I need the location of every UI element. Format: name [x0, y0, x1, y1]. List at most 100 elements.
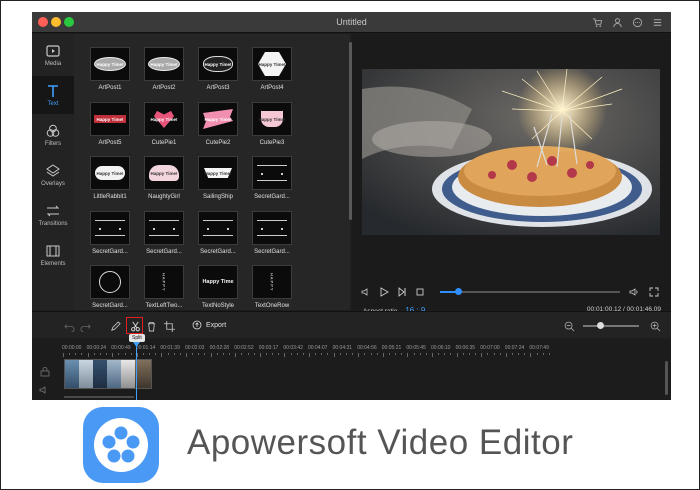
seek-bar[interactable] [440, 288, 620, 295]
undo-icon[interactable] [63, 320, 75, 332]
text-template-tile[interactable]: Happy Time! CutePie1 [144, 102, 194, 146]
ruler-tick [253, 353, 255, 355]
track-audio-icon[interactable] [38, 385, 52, 395]
ruler-tick [179, 353, 181, 355]
text-template-tile[interactable]: Happy Time TextNoStyle [198, 265, 248, 309]
ruler-tick [382, 353, 384, 357]
ruler-tick [222, 353, 224, 355]
ruler-tick [112, 353, 114, 357]
ruler-tick [524, 353, 526, 355]
redo-icon[interactable] [79, 320, 91, 332]
playhead[interactable] [136, 342, 137, 400]
sidebar-item-elements[interactable]: Elements [32, 236, 74, 274]
crop-icon[interactable] [163, 320, 175, 332]
zoom-slider[interactable] [583, 322, 639, 329]
text-template-tile[interactable]: HAPPY TextOneRow [252, 265, 302, 309]
ruler-tick [99, 353, 101, 355]
delete-icon[interactable] [145, 320, 157, 332]
text-template-tile[interactable]: Happy Time! CutePie2 [198, 102, 248, 146]
text-template-tile[interactable]: SecretGard... [252, 211, 302, 255]
text-template-tile[interactable]: SecretGard... [252, 156, 302, 200]
timeline-horizontal-scrollbar[interactable] [64, 396, 134, 398]
sidebar-item-media[interactable]: Media [32, 36, 74, 74]
seek-bar-handle[interactable] [455, 288, 462, 295]
volume-icon[interactable] [628, 286, 640, 298]
ruler-tick [284, 353, 286, 357]
next-frame-icon[interactable] [396, 286, 408, 298]
template-label: ArtPost2 [152, 85, 176, 91]
template-label: NaughtyGirl [148, 194, 180, 200]
sidebar-item-filters[interactable]: Filters [32, 116, 74, 154]
stop-icon[interactable] [414, 286, 426, 298]
ruler-tick [481, 353, 483, 357]
text-template-tile[interactable]: SecretGard... [90, 211, 140, 255]
timeline-vertical-scrollbar[interactable] [665, 361, 668, 395]
ruler-tick [93, 353, 95, 355]
text-template-tile[interactable]: Happy Time! CutePie3 [252, 102, 302, 146]
template-label: CutePie1 [151, 140, 177, 146]
template-label: TextLeftTwo... [145, 303, 183, 309]
ruler-tick [173, 353, 175, 355]
text-template-tile[interactable]: Happy Time! NaughtyGirl [144, 156, 194, 200]
sidebar-item-overlays[interactable]: Overlays [32, 156, 74, 194]
menu-icon[interactable] [651, 16, 663, 28]
zoom-out-icon[interactable] [563, 320, 575, 332]
zoom-slider-handle[interactable] [596, 322, 604, 329]
text-template-tile[interactable]: Happy Time! LittleRabbit1 [90, 156, 140, 200]
split-scissors-icon[interactable] [129, 320, 141, 332]
template-label: ArtPost1 [98, 85, 122, 91]
user-icon[interactable] [611, 16, 623, 28]
template-thumbnail: HAPPY [144, 265, 184, 299]
fullscreen-icon[interactable] [648, 286, 660, 298]
export-button[interactable]: Export [192, 320, 226, 330]
ruler-tick [186, 353, 187, 357]
ruler-tick [499, 353, 501, 355]
template-thumbnail [90, 265, 130, 299]
ruler-tick-label: 00:04:56 [357, 345, 377, 351]
text-template-tile[interactable]: Happy Time! SailingShip [198, 156, 248, 200]
ruler-tick [216, 353, 218, 355]
text-template-tile[interactable]: SecretGard... [144, 211, 194, 255]
sidebar-item-label: Overlays [41, 181, 65, 187]
ruler-tick [358, 353, 360, 357]
ruler-tick [487, 353, 489, 355]
play-icon[interactable] [378, 286, 390, 298]
template-label: SecretGard... [92, 249, 128, 255]
ruler-tick [161, 353, 163, 357]
time-ruler: 00:00:00 00:00:24 00:00:49 00:01:14 00:01:39… [62, 345, 668, 357]
film-icon [46, 45, 60, 57]
ruler-tick [376, 353, 378, 355]
text-template-tile[interactable]: Happy Time! ArtPost1 [90, 47, 140, 91]
volume-down-icon[interactable] [360, 286, 372, 298]
timeline-zoom [563, 319, 663, 333]
text-template-tile[interactable]: Happy Time! ArtPost4 [252, 47, 302, 91]
ruler-tick [345, 353, 347, 355]
cart-icon[interactable] [591, 16, 603, 28]
text-template-tile[interactable]: SecretGard... [90, 265, 140, 309]
track-lock-icon[interactable] [38, 367, 52, 377]
text-template-tile[interactable]: SecretGard... [198, 211, 248, 255]
ruler-tick [87, 353, 89, 357]
text-template-tile[interactable]: HAPPY TextLeftTwo... [144, 265, 194, 309]
sidebar-item-label: Filters [44, 141, 62, 147]
screenshot-frame: Untitled Media Text Filters Overlays Tra… [0, 0, 700, 490]
text-template-tile[interactable]: Happy Time! ArtPost5 [90, 102, 140, 146]
ruler-tick [456, 353, 458, 357]
ruler-tick [468, 353, 470, 355]
ruler-tick-label: 00:04:07 [308, 345, 328, 351]
sidebar-item-transitions[interactable]: Transitions [32, 196, 74, 234]
video-clip[interactable] [64, 359, 152, 389]
elements-icon [46, 245, 60, 257]
sidebar-item-text[interactable]: Text [32, 76, 74, 114]
text-template-tile[interactable]: Happy Time! ArtPost3 [198, 47, 248, 91]
text-template-tile[interactable]: Happy Time! ArtPost2 [144, 47, 194, 91]
zoom-in-icon[interactable] [649, 320, 661, 332]
ruler-tick [401, 353, 403, 355]
ruler-tick [272, 353, 274, 355]
edit-pencil-icon[interactable] [109, 320, 121, 332]
ruler-tick [106, 353, 108, 355]
ruler-tick [315, 353, 317, 355]
template-label: CutePie2 [205, 140, 231, 146]
ruler-tick [241, 353, 243, 355]
chat-icon[interactable] [631, 16, 643, 28]
